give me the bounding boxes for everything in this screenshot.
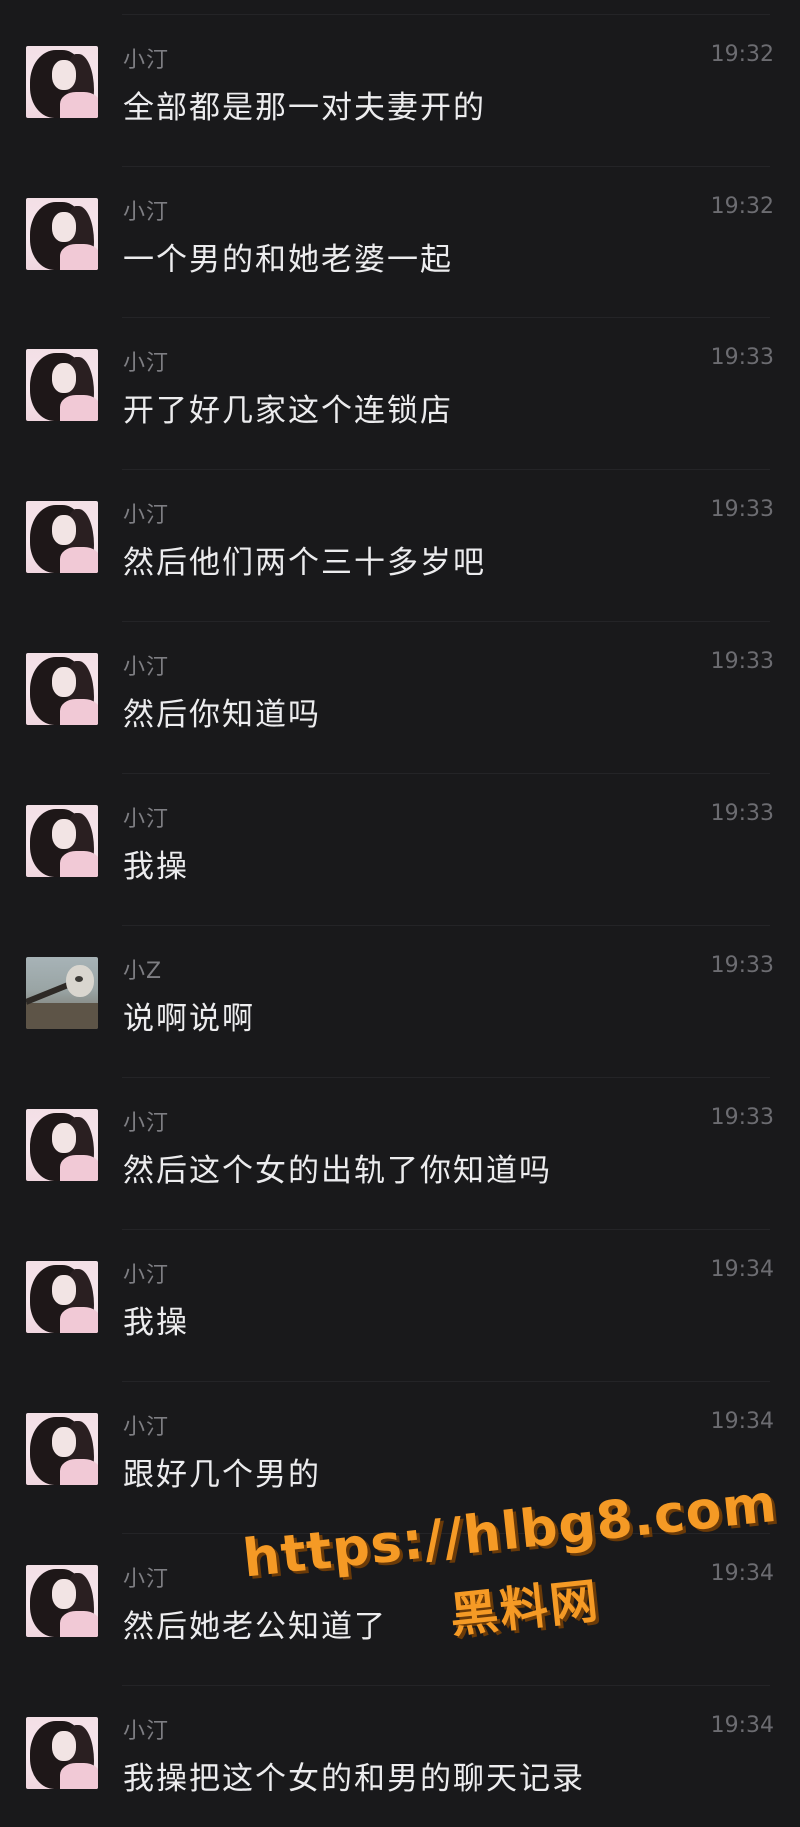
divider	[122, 621, 770, 622]
divider	[122, 166, 770, 167]
message-text: 然后她老公知道了	[123, 1609, 387, 1645]
message-text: 然后他们两个三十多岁吧	[123, 545, 486, 581]
message-text: 我操	[123, 1305, 189, 1341]
chat-message[interactable]: 小汀 19:34 我操	[0, 1219, 800, 1371]
avatar[interactable]	[26, 1261, 98, 1333]
chat-message[interactable]: 小汀 19:34 然后她老公知道了	[0, 1523, 800, 1675]
sender-name: 小汀	[123, 655, 170, 680]
avatar[interactable]	[26, 653, 98, 725]
avatar[interactable]	[26, 805, 98, 877]
sender-name: 小汀	[123, 1719, 170, 1744]
sender-name: 小汀	[123, 1263, 170, 1288]
avatar[interactable]	[26, 198, 98, 270]
message-time: 19:33	[710, 1105, 774, 1130]
avatar[interactable]	[26, 1565, 98, 1637]
message-text: 我操把这个女的和男的聊天记录	[123, 1761, 585, 1797]
sender-name: 小汀	[123, 1111, 170, 1136]
message-text: 一个男的和她老婆一起	[123, 242, 453, 278]
chat-message[interactable]: 小汀 19:33 然后他们两个三十多岁吧	[0, 459, 800, 611]
sender-name: 小汀	[123, 200, 170, 225]
avatar[interactable]	[26, 349, 98, 421]
divider	[122, 1077, 770, 1078]
divider	[122, 1533, 770, 1534]
message-text: 全部都是那一对夫妻开的	[123, 90, 486, 126]
message-time: 19:33	[710, 649, 774, 674]
chat-message[interactable]: 小Z 19:33 说啊说啊	[0, 915, 800, 1067]
sender-name: 小汀	[123, 48, 170, 73]
message-text: 开了好几家这个连锁店	[123, 393, 453, 429]
avatar[interactable]	[26, 501, 98, 573]
message-text: 然后这个女的出轨了你知道吗	[123, 1153, 552, 1189]
message-text: 我操	[123, 849, 189, 885]
sender-name: 小汀	[123, 1567, 170, 1592]
chat-message[interactable]: 小汀 19:33 然后这个女的出轨了你知道吗	[0, 1067, 800, 1219]
message-time: 19:34	[710, 1257, 774, 1282]
message-text: 然后你知道吗	[123, 697, 321, 733]
avatar[interactable]	[26, 1413, 98, 1485]
message-time: 19:33	[710, 345, 774, 370]
message-time: 19:33	[710, 953, 774, 978]
divider	[122, 1381, 770, 1382]
message-time: 19:32	[710, 42, 774, 67]
avatar[interactable]	[26, 957, 98, 1029]
message-text: 跟好几个男的	[123, 1457, 321, 1493]
sender-name: 小Z	[123, 959, 163, 984]
chat-message[interactable]: 小汀 19:34 跟好几个男的	[0, 1371, 800, 1523]
message-time: 19:34	[710, 1561, 774, 1586]
divider	[122, 1685, 770, 1686]
chat-message[interactable]: 小汀 19:33 开了好几家这个连锁店	[0, 307, 800, 459]
divider	[122, 925, 770, 926]
chat-message[interactable]: 小汀 19:32 全部都是那一对夫妻开的	[0, 4, 800, 156]
chat-message-list: 小汀 19:32 全部都是那一对夫妻开的 小汀 19:32 一个男的和她老婆一起…	[0, 0, 800, 1818]
divider	[122, 1229, 770, 1230]
divider	[122, 317, 770, 318]
sender-name: 小汀	[123, 351, 170, 376]
avatar[interactable]	[26, 1717, 98, 1789]
message-time: 19:33	[710, 801, 774, 826]
avatar[interactable]	[26, 46, 98, 118]
divider	[122, 773, 770, 774]
message-time: 19:33	[710, 497, 774, 522]
divider	[122, 14, 770, 15]
message-text: 说啊说啊	[123, 1001, 255, 1037]
sender-name: 小汀	[123, 1415, 170, 1440]
chat-message[interactable]: 小汀 19:33 我操	[0, 763, 800, 915]
chat-message[interactable]: 小汀 19:34 我操把这个女的和男的聊天记录	[0, 1675, 800, 1827]
message-time: 19:32	[710, 194, 774, 219]
message-time: 19:34	[710, 1409, 774, 1434]
sender-name: 小汀	[123, 503, 170, 528]
chat-message[interactable]: 小汀 19:32 一个男的和她老婆一起	[0, 156, 800, 308]
chat-message[interactable]: 小汀 19:33 然后你知道吗	[0, 611, 800, 763]
sender-name: 小汀	[123, 807, 170, 832]
message-time: 19:34	[710, 1713, 774, 1738]
divider	[122, 469, 770, 470]
avatar[interactable]	[26, 1109, 98, 1181]
